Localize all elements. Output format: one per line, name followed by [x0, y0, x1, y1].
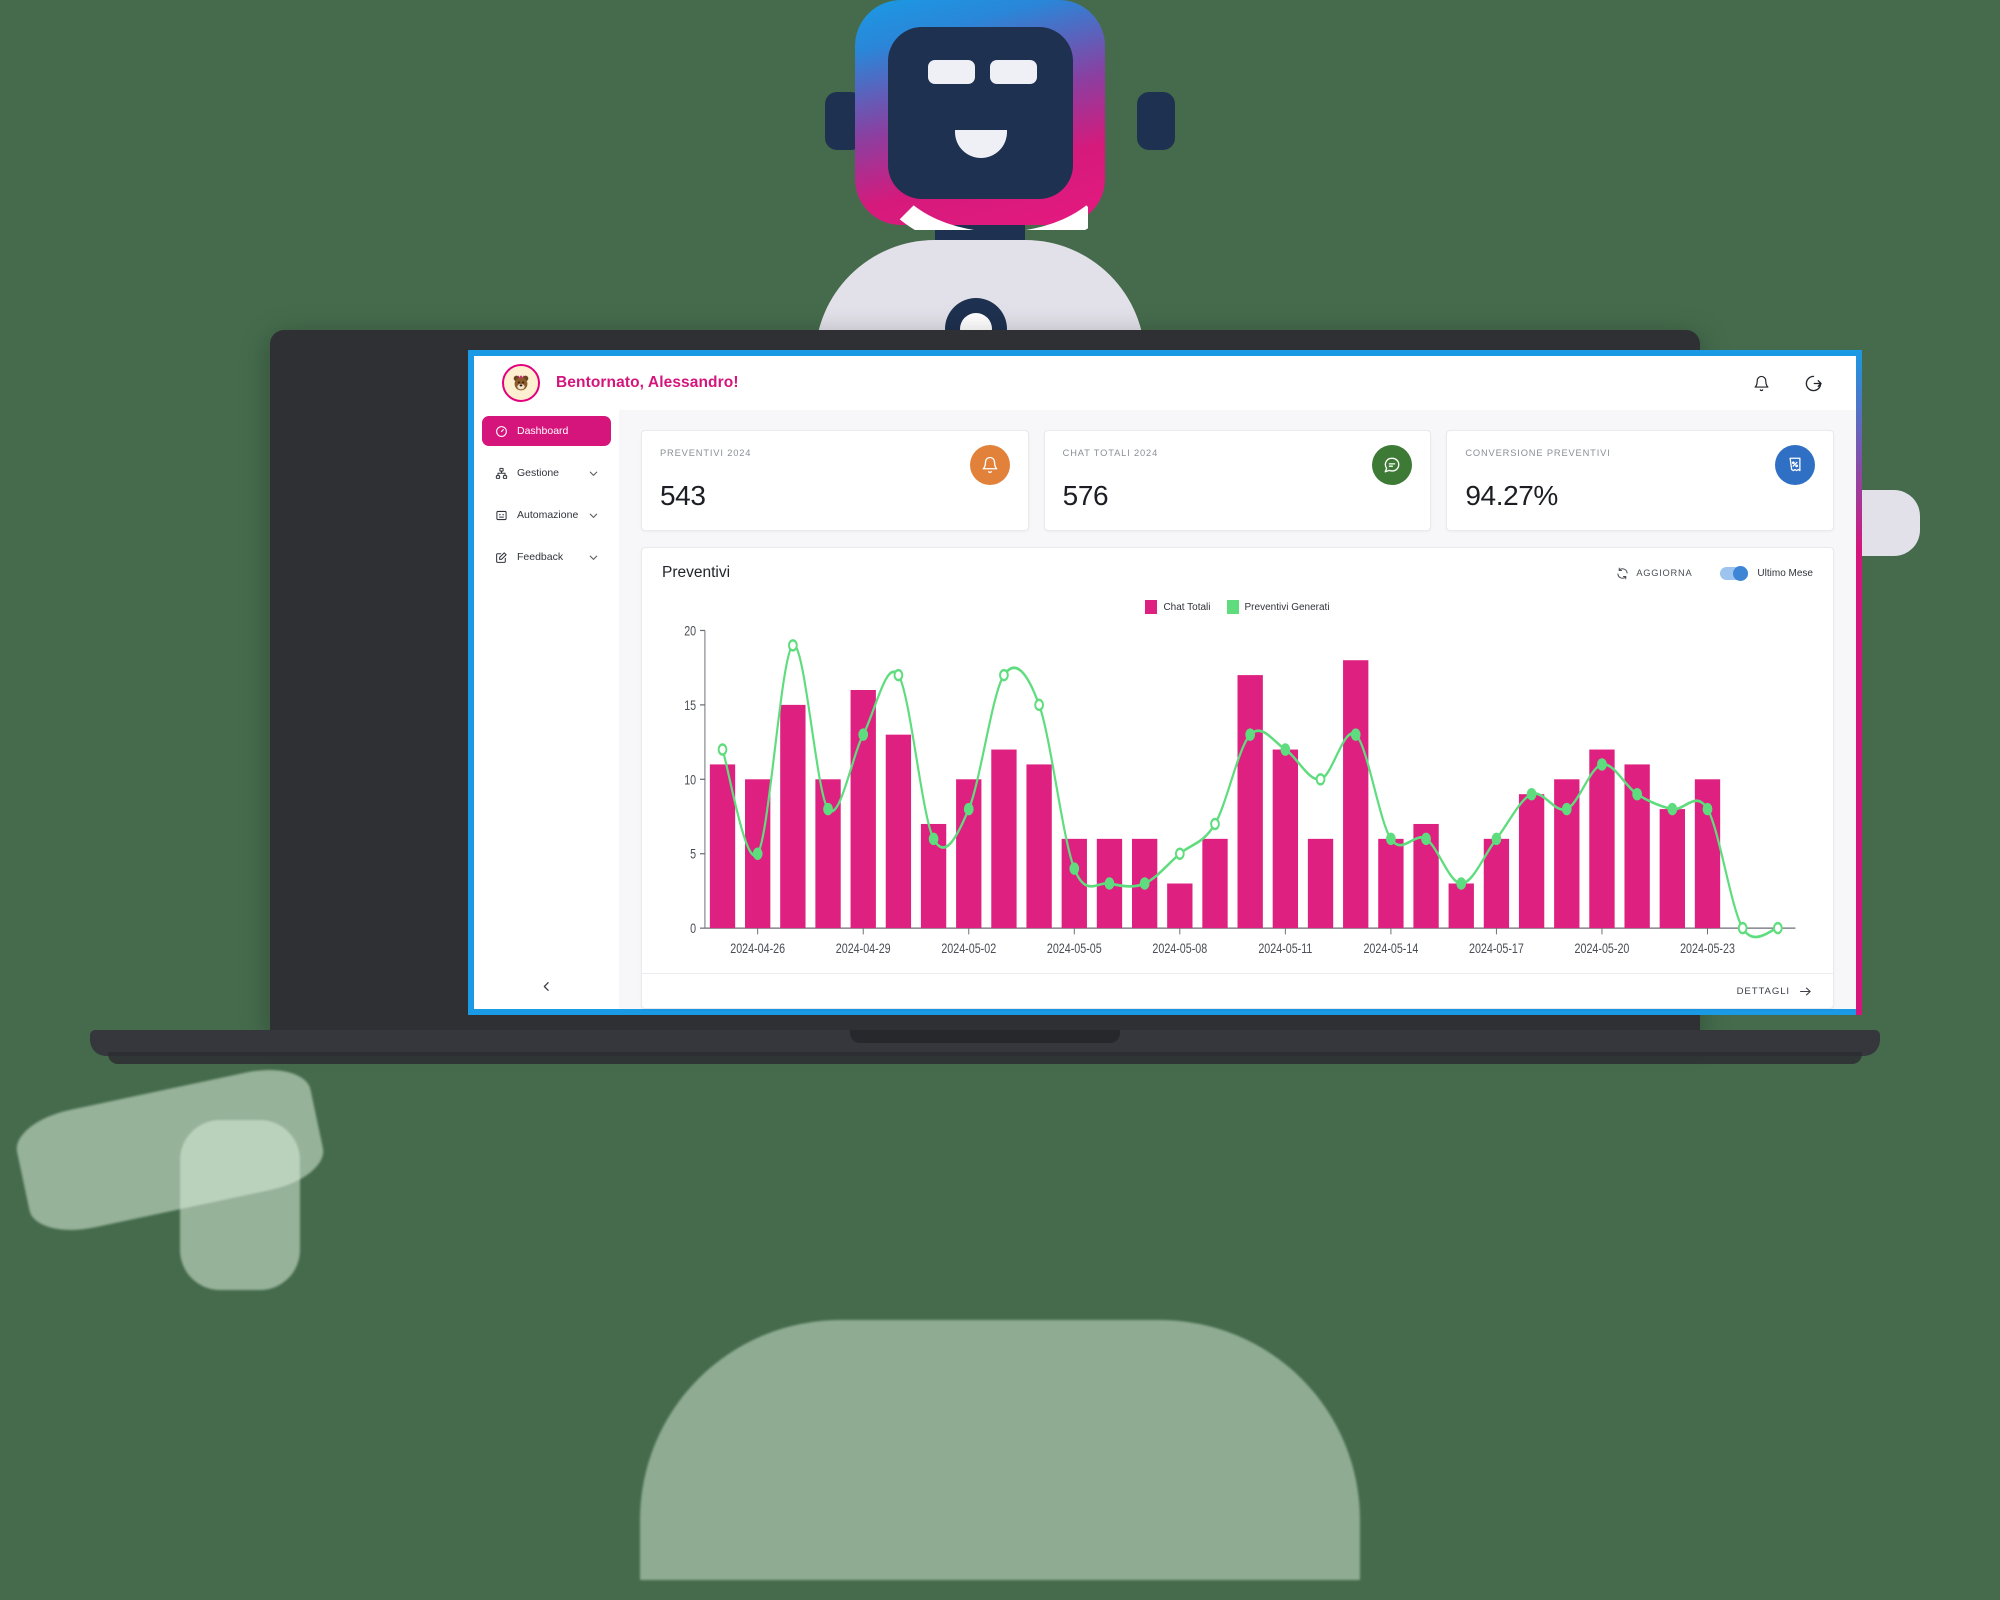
details-label: DETTAGLI	[1736, 985, 1790, 997]
sidebar-item-gestione[interactable]: Gestione	[482, 458, 611, 488]
chart-legend: Chat Totali Preventivi Generati	[642, 600, 1833, 614]
sidebar-item-feedback[interactable]: Feedback	[482, 542, 611, 572]
stat-card-label: CONVERSIONE PREVENTIVI	[1465, 448, 1611, 458]
chevron-down-icon[interactable]	[587, 467, 599, 479]
stat-card-label: PREVENTIVI 2024	[660, 448, 752, 458]
receipt-percent-icon	[1775, 445, 1816, 485]
svg-text:5: 5	[690, 846, 696, 862]
legend-item-chat-totali: Chat Totali	[1145, 600, 1211, 614]
chat-icon	[1372, 445, 1413, 485]
sidebar-collapse-button[interactable]	[474, 980, 619, 993]
sidebar-item-label: Feedback	[517, 551, 564, 563]
svg-text:2024-05-23: 2024-05-23	[1680, 941, 1735, 957]
background-blob	[180, 1120, 300, 1290]
robot-ear-right	[1137, 92, 1175, 150]
speedometer-icon	[494, 424, 508, 438]
avatar[interactable]	[502, 364, 540, 402]
laptop-lid: Bentornato, Alessandro! Dashboard Gestio…	[270, 330, 1862, 1035]
stat-card-value: 94.27%	[1465, 480, 1558, 511]
details-link[interactable]: DETTAGLI	[642, 973, 1833, 1008]
robot-eye-right	[990, 60, 1037, 84]
refresh-label: AGGIORNA	[1636, 568, 1693, 578]
background-blob	[640, 1320, 1360, 1580]
svg-text:20: 20	[684, 623, 696, 639]
chart-panel-header: Preventivi AGGIORNA Ultimo Mese	[642, 548, 1833, 586]
edit-square-icon	[494, 550, 508, 564]
sidebar-item-label: Gestione	[517, 467, 560, 479]
robot-icon	[494, 508, 508, 522]
svg-text:2024-05-14: 2024-05-14	[1363, 941, 1418, 957]
robot-eye-left	[928, 60, 975, 84]
sidebar-item-automazione[interactable]: Automazione	[482, 500, 611, 530]
stat-cards: PREVENTIVI 2024 543 CHAT TOTALI 2024 576…	[641, 430, 1835, 531]
bell-icon	[969, 445, 1010, 485]
laptop-base-shadow	[108, 1052, 1862, 1064]
svg-text:0: 0	[690, 921, 696, 937]
svg-text:2024-05-02: 2024-05-02	[941, 941, 996, 957]
refresh-button[interactable]: AGGIORNA	[1616, 567, 1692, 580]
bell-icon[interactable]	[1746, 368, 1776, 398]
laptop-screen: Bentornato, Alessandro! Dashboard Gestio…	[468, 350, 1862, 1015]
svg-text:2024-05-20: 2024-05-20	[1575, 941, 1630, 957]
robot-arms	[1330, 240, 1920, 556]
legend-swatch	[1226, 600, 1239, 614]
chart-area: 0 5 10 15 20 2024-04-26 2024-04-29 2024-05-02 20…	[642, 614, 1833, 973]
welcome-message: Bentornato, Alessandro!	[556, 374, 739, 391]
screen-accent-bottom	[468, 1009, 1862, 1015]
svg-text:2024-05-11: 2024-05-11	[1258, 941, 1312, 957]
sidebar-item-dashboard[interactable]: Dashboard	[482, 416, 611, 446]
dashboard-app: Bentornato, Alessandro! Dashboard Gestio…	[474, 356, 1856, 1009]
legend-swatch	[1145, 600, 1158, 614]
laptop-base-notch	[850, 1030, 1120, 1043]
org-chart-icon	[494, 466, 508, 480]
app-header: Bentornato, Alessandro!	[474, 356, 1856, 410]
main-content: PREVENTIVI 2024 543 CHAT TOTALI 2024 576…	[619, 410, 1856, 1009]
page-title: Preventivi	[662, 564, 731, 581]
svg-text:15: 15	[684, 698, 696, 714]
stat-card-conversione: CONVERSIONE PREVENTIVI 94.27%	[1446, 430, 1835, 531]
svg-text:10: 10	[684, 772, 696, 788]
stat-card-chat: CHAT TOTALI 2024 576	[1043, 430, 1432, 531]
period-toggle[interactable]: Ultimo Mese	[1720, 565, 1813, 581]
svg-text:2024-05-08: 2024-05-08	[1152, 941, 1207, 957]
robot-face	[888, 27, 1073, 199]
stat-card-preventivi: PREVENTIVI 2024 543	[641, 430, 1029, 531]
legend-label: Preventivi Generati	[1244, 601, 1330, 613]
chevron-down-icon[interactable]	[587, 551, 599, 563]
sidebar-item-label: Automazione	[517, 509, 579, 521]
chevron-left-icon	[540, 980, 553, 993]
laptop-mockup: Bentornato, Alessandro! Dashboard Gestio…	[90, 330, 1880, 1070]
sidebar: Dashboard Gestione Automazione Feedback	[474, 410, 619, 1009]
sidebar-item-label: Dashboard	[517, 425, 569, 437]
svg-text:2024-04-26: 2024-04-26	[730, 941, 785, 957]
screen-accent-right	[1856, 350, 1862, 1015]
stat-card-label: CHAT TOTALI 2024	[1062, 448, 1159, 458]
stat-card-value: 543	[660, 480, 706, 511]
svg-text:2024-05-17: 2024-05-17	[1469, 941, 1524, 957]
chevron-down-icon[interactable]	[587, 509, 599, 521]
preventivi-chart: 0 5 10 15 20 2024-04-26 2024-04-29 2024-05-02 20…	[684, 623, 1796, 957]
svg-text:2024-05-05: 2024-05-05	[1047, 941, 1102, 957]
svg-text:2024-04-29: 2024-04-29	[836, 941, 891, 957]
legend-item-preventivi-generati: Preventivi Generati	[1226, 600, 1330, 614]
legend-label: Chat Totali	[1163, 601, 1211, 613]
stat-card-value: 576	[1062, 480, 1109, 511]
refresh-icon	[1616, 567, 1629, 580]
chart-panel: Preventivi AGGIORNA Ultimo Mese Chat Tot…	[641, 547, 1834, 1009]
toggle-switch[interactable]	[1720, 565, 1749, 581]
logout-icon[interactable]	[1798, 368, 1828, 398]
toggle-label: Ultimo Mese	[1757, 567, 1813, 579]
app-body: Dashboard Gestione Automazione Feedback …	[474, 410, 1856, 1009]
arrow-right-icon	[1798, 984, 1813, 999]
